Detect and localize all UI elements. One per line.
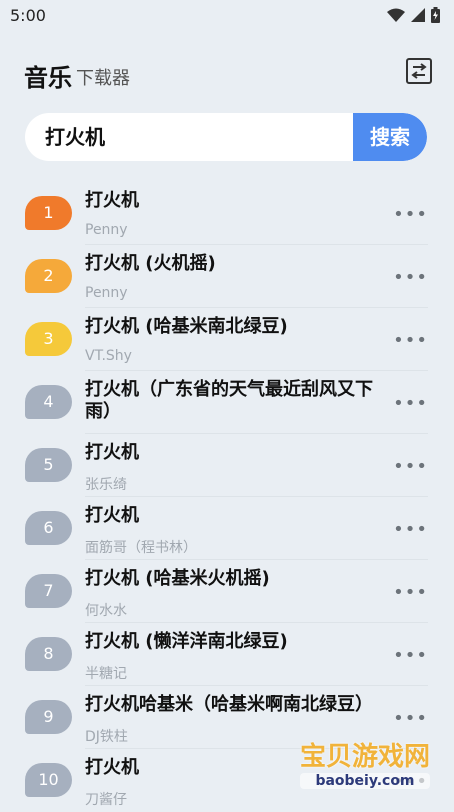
rank-badge: 9	[25, 700, 72, 734]
song-title: 打火机	[85, 190, 139, 211]
status-bar: 5:00	[0, 0, 454, 32]
song-title: 打火机（广东省的天气最近刮风又下雨）	[85, 379, 373, 422]
song-artist: 刀酱仔	[85, 792, 127, 808]
song-artist: Penny	[85, 285, 128, 301]
app-subtitle: 下载器	[76, 68, 130, 89]
song-title: 打火机 (哈基米火机摇)	[85, 568, 270, 589]
song-title: 打火机哈基米（哈基米啊南北绿豆）	[85, 694, 373, 715]
more-icon[interactable]: •••	[393, 456, 428, 477]
watermark-url: baobeiy.com	[299, 773, 430, 789]
more-icon[interactable]: •••	[393, 330, 428, 351]
song-title: 打火机 (哈基米南北绿豆)	[85, 316, 288, 337]
result-row[interactable]: 6 打火机 面筋哥（程书林） •••	[0, 497, 454, 560]
more-icon[interactable]: •••	[393, 204, 428, 225]
status-time: 5:00	[10, 6, 46, 25]
result-row[interactable]: 2 打火机 (火机摇) Penny •••	[0, 245, 454, 308]
more-icon[interactable]: •••	[393, 708, 428, 729]
song-artist: Penny	[85, 222, 128, 238]
rank-badge: 10	[25, 763, 72, 797]
more-icon[interactable]: •••	[393, 582, 428, 603]
search-bar: 打火机 搜索	[25, 113, 427, 161]
status-icons	[387, 7, 440, 23]
app-header: 音乐 下载器	[0, 48, 454, 98]
song-artist: DJ铁柱	[85, 729, 128, 745]
app-title: 音乐	[24, 64, 72, 92]
watermark: 宝贝游戏网 baobeiy.com	[299, 736, 430, 789]
song-artist: 何水水	[85, 603, 127, 619]
rank-badge: 7	[25, 574, 72, 608]
more-icon[interactable]: •••	[393, 519, 428, 540]
result-row[interactable]: 4 打火机（广东省的天气最近刮风又下雨） •••	[0, 371, 454, 434]
more-icon[interactable]: •••	[393, 267, 428, 288]
song-title: 打火机	[85, 505, 139, 526]
result-row[interactable]: 1 打火机 Penny •••	[0, 182, 454, 245]
swap-list-icon	[411, 63, 427, 79]
song-title: 打火机 (懒洋洋南北绿豆)	[85, 631, 288, 652]
song-artist: VT.Shy	[85, 348, 132, 364]
result-row[interactable]: 8 打火机 (懒洋洋南北绿豆) 半糖记 •••	[0, 623, 454, 686]
rank-badge: 4	[25, 385, 72, 419]
rank-badge: 2	[25, 259, 72, 293]
more-icon[interactable]: •••	[393, 645, 428, 666]
watermark-title: 宝贝游戏网	[299, 742, 430, 772]
signal-icon	[411, 8, 425, 22]
rank-badge: 1	[25, 196, 72, 230]
more-icon[interactable]: •••	[393, 393, 428, 414]
battery-icon	[431, 7, 440, 23]
song-artist: 面筋哥（程书林）	[85, 540, 197, 556]
swap-list-button[interactable]	[406, 58, 432, 84]
search-input[interactable]: 打火机	[45, 113, 365, 161]
song-artist: 张乐绮	[85, 477, 127, 493]
song-title: 打火机	[85, 442, 139, 463]
song-title: 打火机 (火机摇)	[85, 253, 216, 274]
result-row[interactable]: 3 打火机 (哈基米南北绿豆) VT.Shy •••	[0, 308, 454, 371]
song-artist: 半糖记	[85, 666, 127, 682]
wifi-icon	[387, 8, 405, 22]
rank-badge: 5	[25, 448, 72, 482]
search-button[interactable]: 搜索	[353, 113, 427, 161]
rank-badge: 8	[25, 637, 72, 671]
rank-badge: 6	[25, 511, 72, 545]
result-row[interactable]: 5 打火机 张乐绮 •••	[0, 434, 454, 497]
rank-badge: 3	[25, 322, 72, 356]
result-row[interactable]: 7 打火机 (哈基米火机摇) 何水水 •••	[0, 560, 454, 623]
